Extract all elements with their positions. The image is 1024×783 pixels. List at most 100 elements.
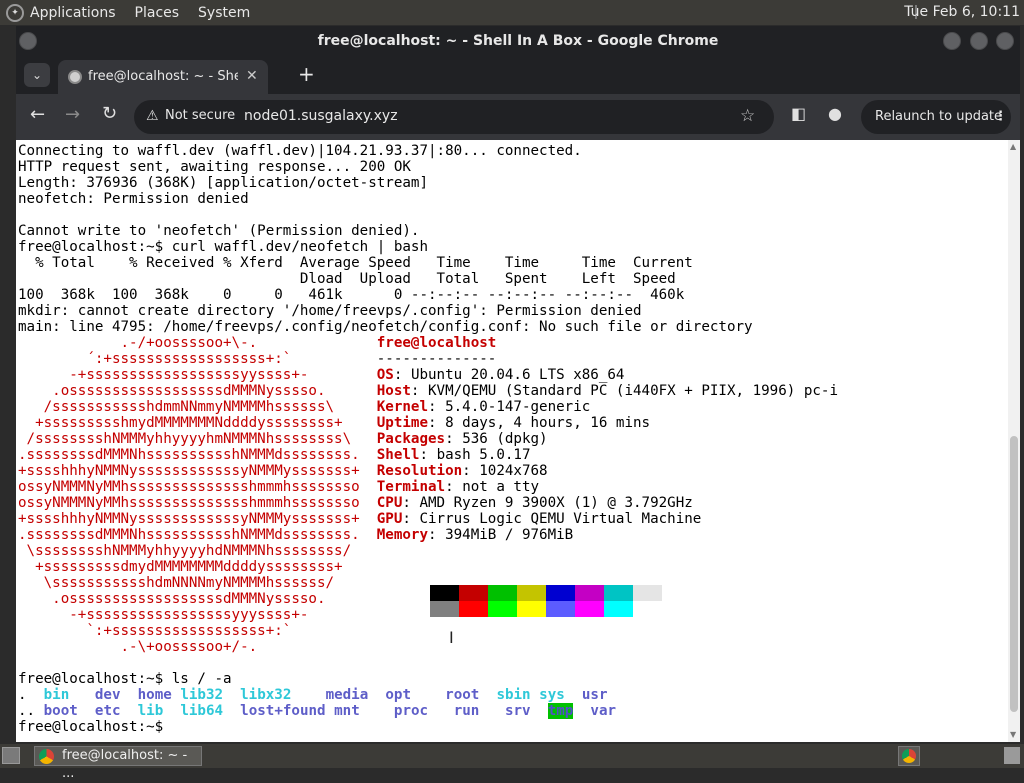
ls-entry: ..	[18, 703, 36, 719]
palette-swatch	[604, 601, 633, 617]
logo-line: ossyNMMMNyMMhsssssssssssssshmmmhssssssso	[18, 479, 377, 495]
terminal-line: 100 368k 100 368k 0 0 461k 0 --:--:-- --…	[18, 287, 685, 303]
ls-entry: .	[18, 687, 27, 703]
menu-places[interactable]: Places	[135, 5, 180, 21]
logo-line: /sssssssshNMMMyhhyyyyhmNMMMNhssssssss\	[18, 431, 377, 447]
ls-entry: sbin	[496, 687, 531, 703]
window-title: free@localhost: ~ - Shell In A Box - Goo…	[317, 33, 719, 49]
palette-swatch	[430, 585, 459, 601]
terminal-line: Dload Upload Total Spent Left Speed	[18, 271, 676, 287]
neofetch-key: Packages	[376, 431, 446, 447]
browser-toolbar: ← → ↻ ⚠ Not secure node01.susgalaxy.xyz …	[16, 94, 1020, 140]
neofetch-key: Kernel	[376, 399, 428, 415]
neofetch-value: 8 days, 4 hours, 16 mins	[445, 415, 651, 431]
terminal-output[interactable]: Connecting to waffl.dev (waffl.dev)|104.…	[18, 143, 838, 735]
logo-line: -+ssssssssssssssssssyyssss+-	[18, 367, 377, 383]
reload-icon[interactable]: ↻	[102, 103, 117, 124]
menu-applications[interactable]: Applications	[30, 5, 116, 21]
terminal-viewport[interactable]: Connecting to waffl.dev (waffl.dev)|104.…	[16, 140, 1020, 742]
ls-entry: libx32	[240, 687, 292, 703]
ls-entry: mnt	[334, 703, 360, 719]
logo-line: .ossssssssssssssssssdMMMNysssso.	[18, 383, 377, 399]
shell-prompt[interactable]: free@localhost:~$	[18, 719, 163, 735]
logo-line: +sssssssssdmydMMMMMMMMddddyssssssss+	[18, 559, 377, 575]
neofetch-value: bash 5.0.17	[436, 447, 531, 463]
palette-swatch	[517, 601, 546, 617]
system-panel: ✦ Applications Places System Tue Feb 6, …	[0, 0, 1024, 25]
browser-window: free@localhost: ~ - Shell In A Box - Goo…	[16, 26, 1020, 742]
tab-title: free@localhost: ~ - Shell In A Box	[88, 69, 238, 84]
ls-command: free@localhost:~$ ls / -a	[18, 671, 232, 687]
tab-shell-in-a-box[interactable]: free@localhost: ~ - Shell In A Box ✕	[58, 60, 268, 94]
tray-chrome-button[interactable]	[898, 746, 920, 766]
distro-logo-icon[interactable]: ✦	[6, 3, 24, 22]
logo-line: .ssssssssdMMMNhsssssssssshNMMMdssssssss.	[18, 527, 377, 543]
ls-entry: lib32	[180, 687, 224, 703]
warning-triangle-icon[interactable]: ⚠	[146, 108, 159, 124]
workspace-switcher[interactable]	[1004, 747, 1020, 764]
terminal-scrollbar[interactable]: ▲ ▼	[1008, 140, 1020, 742]
neofetch-value: 5.4.0-147-generic	[445, 399, 591, 415]
menu-system[interactable]: System	[198, 5, 250, 21]
neofetch-key: Terminal	[376, 479, 446, 495]
neofetch-key: Uptime	[376, 415, 428, 431]
window-maximize-button[interactable]	[970, 32, 988, 50]
profile-avatar-icon[interactable]: ●	[828, 104, 842, 123]
ls-entry: lib64	[180, 703, 224, 719]
palette-swatch	[430, 601, 459, 617]
text-cursor-icon: I	[449, 628, 454, 647]
window-minimize-button[interactable]	[943, 32, 961, 50]
neofetch-value: AMD Ryzen 9 3900X (1) @ 3.792GHz	[419, 495, 693, 511]
side-panel-icon[interactable]: ◧	[791, 104, 806, 123]
window-menu-button[interactable]	[19, 32, 37, 50]
logo-line: .ssssssssdMMMNhsssssssssshNMMMdssssssss.	[18, 447, 377, 463]
more-menu-dots-icon[interactable]: ⋮	[994, 100, 1007, 134]
logo-line: +ssssssssshmydMMMMMMMNddddyssssssss+	[18, 415, 377, 431]
forward-arrow-icon[interactable]: →	[65, 104, 80, 125]
back-arrow-icon[interactable]: ←	[30, 104, 45, 125]
tab-close-icon[interactable]: ✕	[246, 68, 258, 84]
neofetch-key: GPU	[376, 511, 403, 527]
terminal-line: main: line 4795: /home/freevps/.config/n…	[18, 319, 753, 335]
bookmark-star-icon[interactable]: ☆	[740, 106, 755, 126]
relaunch-to-update-button[interactable]: Relaunch to update ⋮	[861, 100, 1011, 134]
palette-swatch	[488, 585, 517, 601]
window-titlebar[interactable]: free@localhost: ~ - Shell In A Box - Goo…	[16, 26, 1020, 56]
palette-swatch	[633, 585, 662, 601]
scrollbar-thumb[interactable]	[1010, 436, 1018, 712]
terminal-line: Connecting to waffl.dev (waffl.dev)|104.…	[18, 143, 582, 159]
ls-entry: sys	[539, 687, 565, 703]
tab-search-chevron-icon[interactable]: ⌄	[24, 63, 50, 87]
logo-line: \sssssssshNMMMyhhyyyyhdNMMMNhssssssss/	[18, 543, 377, 559]
terminal-line: mkdir: cannot create directory '/home/fr…	[18, 303, 642, 319]
ls-entry: lib	[137, 703, 164, 719]
ls-entry: usr	[581, 687, 608, 703]
neofetch-title: free@localhost	[376, 335, 497, 351]
chrome-icon	[39, 749, 54, 764]
logo-line: \ssssssssssshdmNNNNmyNMMMMhssssss/	[18, 575, 377, 591]
url-text[interactable]: node01.susgalaxy.xyz	[244, 108, 398, 124]
ls-entry: home	[137, 687, 172, 703]
logo-line: -+sssssssssssssssssyyyssss+-	[18, 607, 377, 623]
security-status-label[interactable]: Not secure	[165, 108, 235, 123]
show-desktop-icon[interactable]	[2, 747, 20, 764]
taskbar-task-chrome[interactable]: free@localhost: ~ - ...	[34, 746, 202, 781]
neofetch-value: Ubuntu 20.04.6 LTS x86_64	[410, 367, 625, 383]
address-bar[interactable]: ⚠ Not secure node01.susgalaxy.xyz ☆	[134, 100, 774, 134]
new-tab-plus-icon[interactable]: +	[298, 62, 315, 86]
neofetch-value: Cirrus Logic QEMU Virtual Machine	[419, 511, 702, 527]
scroll-up-icon[interactable]: ▲	[1010, 142, 1016, 151]
neofetch-key: Host	[376, 383, 411, 399]
logo-line: ossyNMMMNyMMhsssssssssssssshmmmhssssssso	[18, 495, 377, 511]
terminal-line: HTTP request sent, awaiting response... …	[18, 159, 411, 175]
ls-entry: opt	[385, 687, 411, 703]
ls-entry: dev	[94, 687, 121, 703]
scroll-down-icon[interactable]: ▼	[1010, 730, 1016, 739]
ls-entry: etc	[94, 703, 121, 719]
window-close-button[interactable]	[996, 32, 1014, 50]
palette-swatch	[546, 601, 575, 617]
relaunch-label: Relaunch to update	[875, 109, 1003, 124]
terminal-line: neofetch: Permission denied	[18, 191, 249, 207]
taskbar: free@localhost: ~ - ...	[0, 744, 1024, 781]
panel-clock[interactable]: Tue Feb 6, 10:11	[904, 4, 1020, 20]
